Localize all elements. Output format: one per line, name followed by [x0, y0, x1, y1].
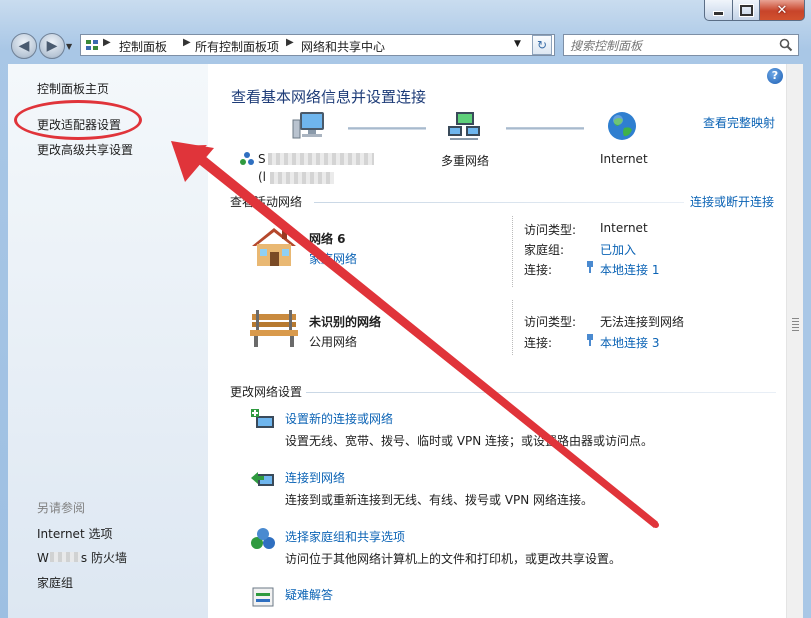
network-2-connection-link[interactable]: 本地连接 3: [600, 334, 659, 351]
close-button[interactable]: ✕: [760, 0, 805, 21]
ethernet-icon: [587, 261, 593, 273]
network-1-type-link[interactable]: 家庭网络: [309, 250, 357, 267]
redacted-computer-sublabel: [270, 172, 334, 184]
task-homegroup-link[interactable]: 选择家庭组和共享选项: [285, 528, 405, 545]
breadcrumb-separator-icon[interactable]: ▶: [286, 37, 294, 48]
active-networks-heading: 查看活动网络: [230, 195, 303, 209]
window-frame-right: [803, 64, 811, 618]
section-divider: [306, 392, 776, 393]
column-divider: [512, 216, 513, 288]
change-settings-heading: 更改网络设置: [230, 385, 303, 399]
network-1-connection-label: 连接:: [524, 263, 553, 277]
connect-to-network-icon: [251, 472, 274, 486]
public-network-bench-icon: [250, 310, 298, 347]
scrollbar-grip[interactable]: [792, 318, 799, 332]
view-full-map-link[interactable]: 查看完整映射: [703, 114, 775, 131]
maximize-icon: [739, 4, 753, 16]
redacted-computer-name: [268, 153, 374, 165]
see-also-heading: 另请参阅: [37, 501, 86, 515]
column-divider: [512, 300, 513, 356]
redacted-text: [49, 552, 80, 562]
troubleshoot-icon: [252, 587, 274, 607]
internet-globe-icon[interactable]: [606, 110, 638, 142]
network-1-name: 网络 6: [309, 232, 346, 246]
address-bar[interactable]: ▶ 控制面板 ▶ 所有控制面板项 ▶ 网络和共享中心 ▼: [80, 34, 555, 56]
search-box[interactable]: [563, 34, 799, 56]
computer-sublabel: (l: [258, 170, 267, 184]
help-icon[interactable]: ?: [767, 68, 783, 84]
red-highlight-ellipse: [14, 100, 142, 140]
homegroup-sharing-icon: [251, 528, 275, 549]
control-panel-window: ✕ ◀ ▶ ▼ ▶ 控制面板 ▶ 所有控制面板项 ▶ 网络和共享中心 ▼ ↻ 搜…: [0, 0, 811, 618]
maximize-button[interactable]: [733, 0, 760, 21]
see-also-homegroup[interactable]: 家庭组: [37, 574, 73, 591]
network-1-homegroup-link[interactable]: 已加入: [600, 241, 636, 258]
minimize-icon: [713, 10, 724, 16]
page-title: 查看基本网络信息并设置连接: [231, 88, 427, 106]
network-1-connection-link[interactable]: 本地连接 1: [600, 261, 659, 278]
computer-icon[interactable]: [292, 110, 328, 144]
network-2-access-type-value: 无法连接到网络: [600, 315, 685, 329]
network-1-access-type-label: 访问类型:: [524, 223, 577, 237]
task-connect-network-desc: 连接到或重新连接到无线、有线、拨号或 VPN 网络连接。: [285, 493, 594, 507]
forward-arrow-icon: ▶: [46, 38, 58, 54]
recent-pages-chevron-icon[interactable]: ▼: [66, 42, 72, 51]
see-also-firewall[interactable]: Ws 防火墙: [37, 549, 127, 566]
address-dropdown-icon[interactable]: ▼: [514, 39, 521, 49]
caption-buttons: ✕: [704, 0, 805, 21]
minimize-button[interactable]: [704, 0, 733, 21]
breadcrumb-separator-icon: ▶: [103, 37, 111, 48]
task-troubleshoot-link[interactable]: 疑难解答: [285, 586, 333, 603]
back-button[interactable]: ◀: [11, 33, 37, 59]
network-1-access-type-value: Internet: [600, 221, 648, 235]
section-divider: [314, 202, 684, 203]
map-connection-line: [506, 127, 584, 130]
network-node-icon: [240, 152, 254, 165]
network-2-connection-label: 连接:: [524, 336, 553, 350]
network-2-type: 公用网络: [309, 335, 358, 349]
ethernet-icon: [587, 334, 593, 346]
network-2-name: 未识别的网络: [309, 315, 382, 329]
vertical-scrollbar[interactable]: [786, 64, 804, 618]
firewall-label-end: s 防火墙: [80, 551, 127, 565]
see-also-internet-options[interactable]: Internet 选项: [37, 525, 112, 542]
task-setup-connection-desc: 设置无线、宽带、拨号、临时或 VPN 连接；或设置路由器或访问点。: [285, 434, 654, 448]
network-2-access-type-label: 访问类型:: [524, 315, 577, 329]
task-setup-connection-link[interactable]: 设置新的连接或网络: [285, 410, 393, 427]
close-icon: ✕: [776, 2, 788, 18]
sidebar-item-home[interactable]: 控制面板主页: [37, 80, 109, 97]
search-icon[interactable]: [779, 38, 793, 52]
computer-name-label: S: [258, 152, 266, 166]
refresh-button[interactable]: ↻: [532, 35, 552, 55]
sidebar-item-advanced-sharing[interactable]: 更改高级共享设置: [37, 141, 133, 158]
breadcrumb-all-items[interactable]: 所有控制面板项: [195, 38, 279, 55]
internet-label: Internet: [600, 152, 648, 166]
sidebar: 控制面板主页 更改适配器设置 更改高级共享设置 另请参阅 Internet 选项…: [8, 64, 208, 618]
multiple-networks-label: 多重网络: [441, 154, 490, 168]
firewall-label-start: W: [37, 551, 49, 565]
back-arrow-icon: ◀: [18, 38, 30, 54]
multiple-networks-icon[interactable]: [446, 110, 482, 144]
breadcrumb-control-panel[interactable]: 控制面板: [119, 38, 167, 55]
task-connect-network-link[interactable]: 连接到网络: [285, 469, 345, 486]
control-panel-icon: [86, 40, 98, 50]
forward-button[interactable]: ▶: [39, 33, 65, 59]
new-connection-icon: [251, 409, 274, 428]
connect-disconnect-link[interactable]: 连接或断开连接: [690, 193, 774, 210]
main-content: ? 查看基本网络信息并设置连接 查看完整映射 S (l 多重网络 Interne…: [208, 64, 786, 618]
map-connection-line: [348, 127, 426, 130]
search-input[interactable]: [568, 36, 772, 56]
network-1-homegroup-label: 家庭组:: [524, 243, 565, 257]
task-homegroup-desc: 访问位于其他网络计算机上的文件和打印机，或更改共享设置。: [285, 552, 622, 566]
home-network-icon: [252, 228, 296, 266]
navigation-bar: ◀ ▶ ▼ ▶ 控制面板 ▶ 所有控制面板项 ▶ 网络和共享中心 ▼ ↻: [0, 28, 811, 64]
breadcrumb-separator-icon[interactable]: ▶: [183, 37, 191, 48]
breadcrumb-network-center[interactable]: 网络和共享中心: [301, 38, 385, 55]
